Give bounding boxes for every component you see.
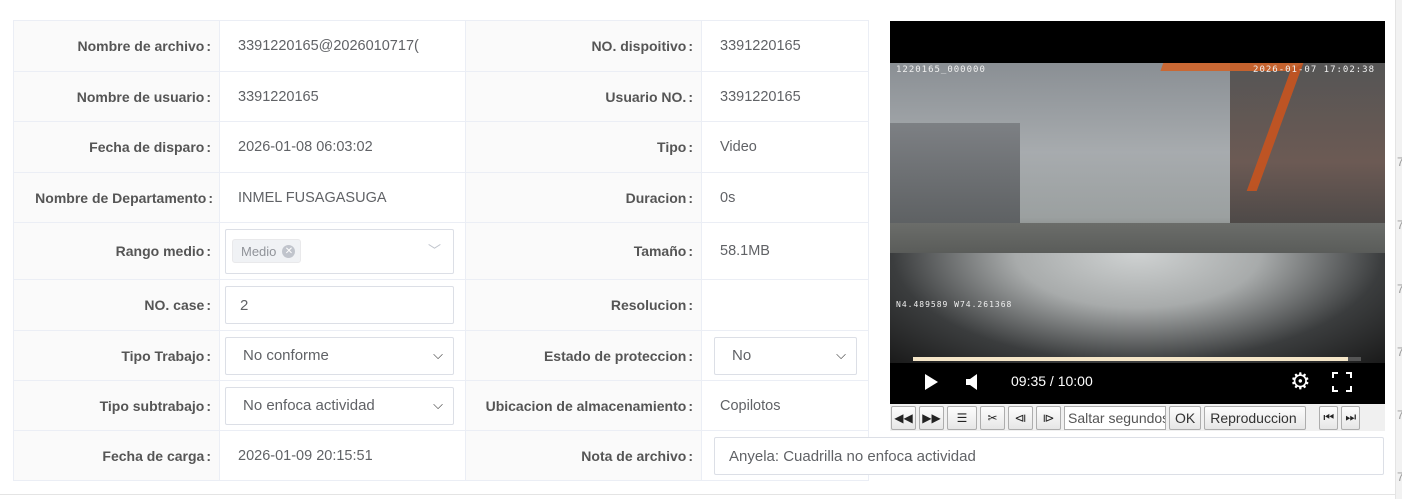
right-edge-panel: 7 7 7 7 7 7 [1395, 0, 1402, 499]
file-note-label: Nota de archivo: [465, 430, 702, 481]
fullscreen-icon[interactable] [1332, 372, 1352, 392]
volume-icon[interactable] [966, 373, 980, 391]
case-no-input[interactable]: 2 [225, 286, 454, 324]
type-label: Tipo: [465, 121, 702, 173]
storage-location-label: Ubicacion de almacenamiento: [465, 380, 702, 431]
file-name-value: 3391220165@2026010717( [219, 20, 466, 72]
video-toolbar: ◀◀ ▶▶ ☰ ✂ ⧏ ⧐ Saltar segundos OK Reprodu… [890, 404, 1385, 431]
case-no-label: NO. case: [13, 279, 220, 331]
osd-coordinates: N4.489589 W74.261368 [896, 300, 1013, 309]
time-display: 09:35 / 10:00 [1011, 373, 1093, 389]
work-subtype-select[interactable]: No enfoca actividad ⌵ [225, 386, 454, 425]
work-type-label: Tipo Trabajo: [13, 330, 220, 381]
chevron-down-icon: ⌵ [433, 346, 443, 362]
osd-timestamp: 2026-01-07 17:02:38 [1253, 65, 1375, 75]
trigger-date-label: Fecha de disparo: [13, 121, 220, 173]
table-row: Rango medio: Medio ✕ ﹀ Tamaño: 58.1MB [13, 222, 869, 280]
table-row: Nombre de usuario: 3391220165 Usuario NO… [13, 71, 869, 122]
frame-back-icon[interactable]: ⧏ [1008, 405, 1033, 430]
medium-range-cell: Medio ✕ ﹀ [219, 222, 466, 280]
table-row: NO. case: 2 Resolucion: [13, 279, 869, 331]
work-type-selected: No conforme [243, 347, 329, 364]
video-frame: 1220165_000000 2026-01-07 17:02:38 N4.48… [890, 63, 1385, 363]
trigger-date-value: 2026-01-08 06:03:02 [219, 121, 466, 173]
device-no-value: 3391220165 [701, 20, 869, 72]
chevron-down-icon: ⌵ [433, 396, 443, 412]
table-row: Tipo Trabajo: No conforme ⌵ Estado de pr… [13, 330, 869, 381]
protection-state-selected: No [732, 347, 752, 364]
tag-close-icon[interactable]: ✕ [282, 244, 296, 258]
video-progress-fill [913, 357, 1348, 361]
fast-forward-icon[interactable]: ▶▶ [919, 405, 944, 430]
device-no-label: NO. dispoitivo: [465, 20, 702, 72]
skip-start-icon[interactable]: ⏮ [1319, 405, 1339, 430]
chevron-down-icon: ⌵ [836, 346, 846, 362]
frame-forward-icon[interactable]: ⧐ [1036, 405, 1061, 430]
type-value: Video [701, 121, 869, 173]
storage-location-value: Copilotos [701, 380, 869, 431]
edge-mark: 7 [1397, 408, 1402, 422]
edge-mark: 7 [1397, 470, 1402, 484]
duration-value: 0s [701, 172, 869, 223]
medium-range-select[interactable]: Medio ✕ ﹀ [225, 228, 454, 274]
table-row: Nombre de Departamento: INMEL FUSAGASUGA… [13, 172, 869, 223]
work-subtype-selected: No enfoca actividad [243, 397, 375, 414]
scissors-icon[interactable]: ✂ [980, 405, 1005, 430]
edge-mark: 7 [1397, 282, 1402, 296]
file-note-text: Anyela: Cuadrilla no enfoca actividad [729, 447, 976, 465]
top-bar [0, 0, 1402, 20]
user-no-value: 3391220165 [701, 71, 869, 122]
resolution-value [701, 279, 869, 331]
video-player[interactable]: 1220165_000000 2026-01-07 17:02:38 N4.48… [890, 21, 1385, 404]
chevron-down-icon: ﹀ [427, 242, 441, 258]
edge-mark: 7 [1397, 345, 1402, 359]
medium-range-label: Rango medio: [13, 222, 220, 280]
play-icon[interactable] [924, 373, 938, 391]
scene-building-left [890, 123, 1020, 233]
table-row: Fecha de disparo: 2026-01-08 06:03:02 Ti… [13, 121, 869, 173]
rewind-icon[interactable]: ◀◀ [891, 405, 916, 430]
edge-mark: 7 [1397, 218, 1402, 232]
protection-state-label: Estado de proteccion: [465, 330, 702, 381]
protection-state-select[interactable]: No ⌵ [714, 336, 857, 375]
file-note-wrapper: Anyela: Cuadrilla no enfoca actividad [714, 437, 1384, 475]
edge-mark: 7 [1397, 155, 1402, 169]
upload-date-value: 2026-01-09 20:15:51 [219, 430, 466, 481]
size-label: Tamaño: [465, 222, 702, 280]
case-no-input-value: 2 [240, 296, 249, 314]
medium-range-tag-label: Medio [241, 243, 277, 259]
bottom-divider [0, 494, 1395, 495]
seek-placeholder: Saltar segundos [1068, 409, 1166, 426]
table-row: Nombre de archivo: 3391220165@2026010717… [13, 20, 869, 72]
medium-range-tag: Medio ✕ [232, 239, 302, 263]
user-no-label: Usuario NO.: [465, 71, 702, 122]
work-subtype-label: Tipo subtrabajo: [13, 380, 220, 431]
file-name-label: Nombre de archivo: [13, 20, 220, 72]
case-no-cell: 2 [219, 279, 466, 331]
department-value: INMEL FUSAGASUGA [219, 172, 466, 223]
work-type-cell: No conforme ⌵ [219, 330, 466, 381]
department-label: Nombre de Departamento: [13, 172, 220, 223]
osd-top-left: 1220165_000000 [896, 65, 986, 75]
upload-date-label: Fecha de carga: [13, 430, 220, 481]
protection-state-cell: No ⌵ [701, 330, 869, 381]
user-name-label: Nombre de usuario: [13, 71, 220, 122]
user-name-value: 3391220165 [219, 71, 466, 122]
playback-button[interactable]: Reproduccion [1204, 405, 1307, 430]
resolution-label: Resolucion: [465, 279, 702, 331]
work-type-select[interactable]: No conforme ⌵ [225, 336, 454, 375]
table-row: Tipo subtrabajo: No enfoca actividad ⌵ U… [13, 380, 869, 431]
file-note-input[interactable]: Anyela: Cuadrilla no enfoca actividad [714, 437, 1384, 475]
file-info-table: Nombre de archivo: 3391220165@2026010717… [13, 20, 869, 481]
video-progress-bar[interactable] [913, 357, 1361, 361]
ok-button[interactable]: OK [1169, 405, 1202, 430]
duration-label: Duracion: [465, 172, 702, 223]
seek-seconds-input[interactable]: Saltar segundos [1064, 405, 1166, 430]
list-icon[interactable]: ☰ [947, 405, 977, 430]
size-value: 58.1MB [701, 222, 869, 280]
work-subtype-cell: No enfoca actividad ⌵ [219, 380, 466, 431]
skip-end-icon[interactable]: ⏭ [1341, 405, 1361, 430]
settings-icon[interactable]: ⚙ [1290, 368, 1311, 395]
